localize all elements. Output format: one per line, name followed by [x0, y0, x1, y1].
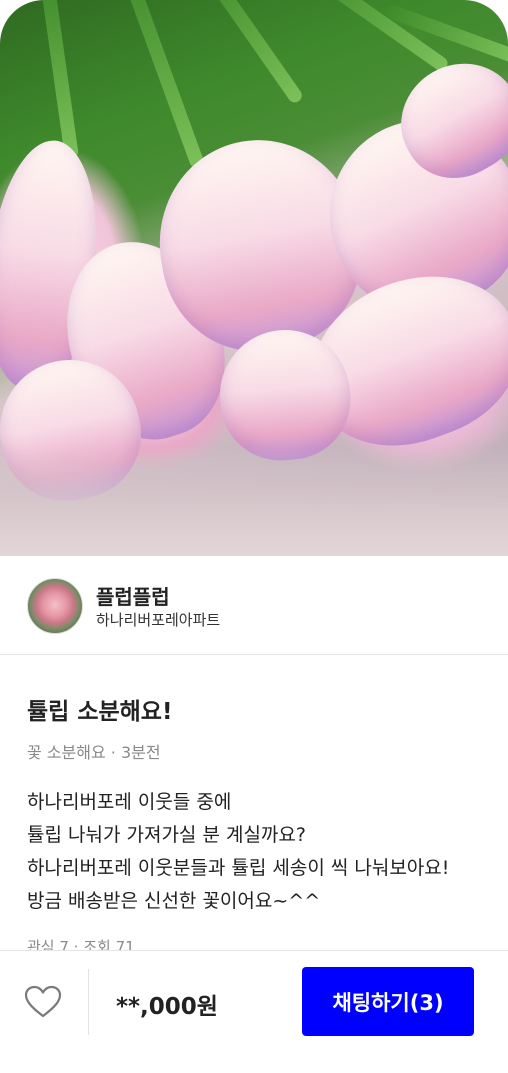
divider: [88, 969, 89, 1035]
bottom-action-bar: **,000원 채팅하기(3): [0, 950, 508, 1073]
post-title: 튤립 소분해요!: [27, 699, 173, 725]
post-stats: 관심 7 · 조회 71: [27, 938, 135, 950]
post-body-line: 하나리버포레 이웃분들과 튤립 세송이 씩 나눠보아요!: [27, 857, 450, 879]
heart-icon[interactable]: [24, 985, 62, 1019]
seller-name: 플럽플럽: [96, 585, 170, 609]
post-body: 하나리버포레 이웃들 중에 튤립 나눠가 가져가실 분 계실까요? 하나리버포레…: [27, 786, 497, 918]
post-body-line: 튤립 나눠가 가져가실 분 계실까요?: [27, 824, 306, 846]
post-body-line: 방금 배송받은 신선한 꽃이어요~^^: [27, 890, 321, 912]
post-body-line: 하나리버포레 이웃들 중에: [27, 791, 232, 813]
seller-location: 하나리버포레아파트: [96, 611, 221, 629]
chat-button[interactable]: 채팅하기(3): [302, 967, 474, 1036]
seller-profile[interactable]: 플럽플럽 하나리버포레아파트: [0, 556, 508, 655]
product-image[interactable]: [0, 0, 508, 556]
avatar[interactable]: [27, 578, 83, 634]
post-meta: 꽃 소분해요 · 3분전: [27, 743, 161, 762]
price: **,000원: [116, 994, 218, 1020]
